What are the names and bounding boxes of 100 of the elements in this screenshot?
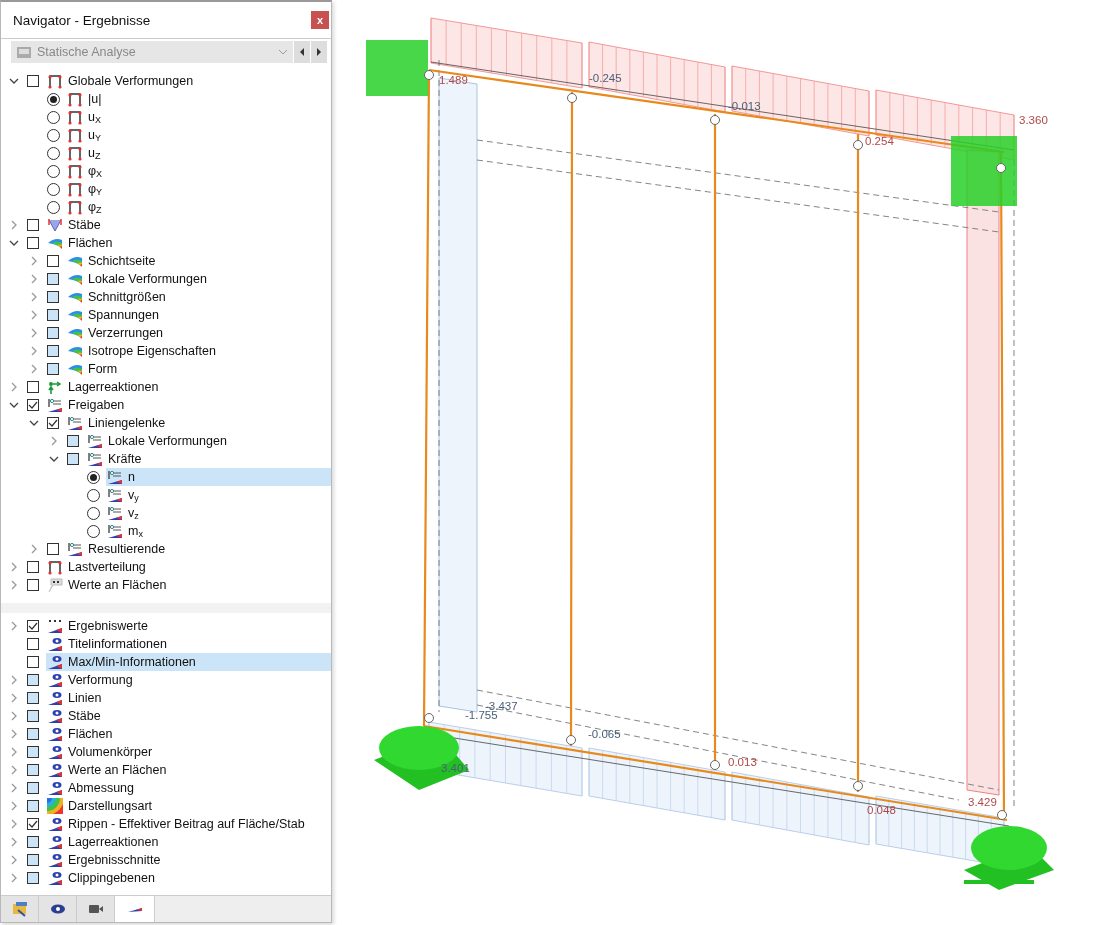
tree-item[interactable]: Abmessung <box>46 779 331 797</box>
tree-item[interactable]: Isotrope Eigenschaften <box>66 342 331 360</box>
tree-item[interactable]: Lokale Verformungen <box>66 270 331 288</box>
tree-item[interactable]: Form <box>66 360 331 378</box>
tree-item[interactable]: Werte an Flächen <box>46 576 331 594</box>
tree-item[interactable]: Lastverteilung <box>46 558 331 576</box>
tree-item[interactable]: Kräfte <box>86 450 331 468</box>
checkbox[interactable] <box>27 710 39 722</box>
radio-button[interactable] <box>47 200 60 214</box>
tree-item[interactable]: Ergebniswerte <box>46 617 331 635</box>
chevron-icon[interactable] <box>49 454 59 464</box>
tree-item[interactable]: u$_{X}$ <box>66 108 331 126</box>
checkbox[interactable] <box>47 543 59 555</box>
tree-item[interactable]: Lagerreaktionen <box>46 833 331 851</box>
tree-item[interactable]: φ$_{Y}$ <box>66 180 331 198</box>
tree-item[interactable]: m$_{x}$ <box>106 522 331 540</box>
tree-item[interactable]: |u| <box>66 90 331 108</box>
close-button[interactable]: x <box>311 11 329 29</box>
tree-item[interactable]: n <box>106 468 331 486</box>
tree-item[interactable]: Resultierende <box>66 540 331 558</box>
tree-item[interactable]: Flächen <box>46 725 331 743</box>
chevron-icon[interactable] <box>29 418 39 428</box>
checkbox[interactable] <box>27 854 39 866</box>
checkbox[interactable] <box>27 746 39 758</box>
radio-button[interactable] <box>87 470 100 484</box>
checkbox[interactable] <box>27 75 39 87</box>
checkbox[interactable] <box>47 363 59 375</box>
radio-button[interactable] <box>87 524 100 538</box>
chevron-icon[interactable] <box>9 400 19 410</box>
checkbox[interactable] <box>47 309 59 321</box>
checkbox[interactable] <box>27 674 39 686</box>
checkbox[interactable] <box>47 345 59 357</box>
window-title: Navigator - Ergebnisse <box>13 12 151 28</box>
tree-item[interactable]: Max/Min-Informationen <box>46 653 331 671</box>
checkbox[interactable] <box>27 620 39 632</box>
radio-button[interactable] <box>87 488 100 502</box>
tree-item[interactable]: Globale Verformungen <box>46 72 331 90</box>
panel-tab[interactable] <box>39 896 77 922</box>
checkbox[interactable] <box>47 273 59 285</box>
tree-item[interactable]: Stäbe <box>46 707 331 725</box>
checkbox[interactable] <box>27 800 39 812</box>
checkbox[interactable] <box>27 638 39 650</box>
tree-item[interactable]: Darstellungsart <box>46 797 331 815</box>
tree-item[interactable]: Werte an Flächen <box>46 761 331 779</box>
checkbox[interactable] <box>27 219 39 231</box>
chevron-icon[interactable] <box>9 238 19 248</box>
checkbox[interactable] <box>47 291 59 303</box>
checkbox[interactable] <box>47 255 59 267</box>
radio-button[interactable] <box>87 506 100 520</box>
checkbox[interactable] <box>27 579 39 591</box>
panel-tab[interactable] <box>1 896 39 922</box>
radio-button[interactable] <box>47 92 60 106</box>
checkbox[interactable] <box>27 782 39 794</box>
tree-item[interactable]: Linien <box>46 689 331 707</box>
tree-item[interactable]: Verzerrungen <box>66 324 331 342</box>
tree-item[interactable]: φ$_{X}$ <box>66 162 331 180</box>
tree-item[interactable]: Volumenkörper <box>46 743 331 761</box>
tree-item[interactable]: Rippen - Effektiver Beitrag auf Fläche/Stab <box>46 815 331 833</box>
tree-item[interactable]: Schichtseite <box>66 252 331 270</box>
tree-item[interactable]: Titelinformationen <box>46 635 331 653</box>
radio-button[interactable] <box>47 182 60 196</box>
radio-button[interactable] <box>47 128 60 142</box>
tree-item[interactable]: Stäbe <box>46 216 331 234</box>
checkbox[interactable] <box>67 453 79 465</box>
tree-item[interactable]: Ergebnisschnitte <box>46 851 331 869</box>
tree-item[interactable]: Flächen <box>46 234 331 252</box>
checkbox[interactable] <box>67 435 79 447</box>
tree-item[interactable]: u$_{Z}$ <box>66 144 331 162</box>
checkbox[interactable] <box>27 399 39 411</box>
checkbox[interactable] <box>27 692 39 704</box>
radio-button[interactable] <box>47 164 60 178</box>
checkbox[interactable] <box>27 818 39 830</box>
checkbox[interactable] <box>27 381 39 393</box>
tree-item[interactable]: Clippingebenen <box>46 869 331 887</box>
previous-button[interactable] <box>294 41 310 63</box>
panel-tab[interactable] <box>77 896 115 922</box>
tree-item[interactable]: Lagerreaktionen <box>46 378 331 396</box>
next-button[interactable] <box>311 41 327 63</box>
tree-item[interactable]: φ$_{Z}$ <box>66 198 331 216</box>
chevron-icon[interactable] <box>9 76 19 86</box>
tree-item[interactable]: Spannungen <box>66 306 331 324</box>
tree-item[interactable]: Liniengelenke <box>66 414 331 432</box>
checkbox[interactable] <box>27 656 39 668</box>
checkbox[interactable] <box>27 872 39 884</box>
tree-item[interactable]: Schnittgrößen <box>66 288 331 306</box>
tree-item[interactable]: v$_{z}$ <box>106 504 331 522</box>
checkbox[interactable] <box>27 836 39 848</box>
checkbox[interactable] <box>27 728 39 740</box>
checkbox[interactable] <box>27 561 39 573</box>
radio-button[interactable] <box>47 146 60 160</box>
tree-item[interactable]: v$_{y}$ <box>106 486 331 504</box>
checkbox[interactable] <box>47 327 59 339</box>
tree-item[interactable]: Freigaben <box>46 396 331 414</box>
tree-item[interactable]: Lokale Verformungen <box>86 432 331 450</box>
checkbox[interactable] <box>27 237 39 249</box>
radio-button[interactable] <box>47 110 60 124</box>
tree-item[interactable]: u$_{Y}$ <box>66 126 331 144</box>
checkbox[interactable] <box>27 764 39 776</box>
tree-item[interactable]: Verformung <box>46 671 331 689</box>
checkbox[interactable] <box>47 417 59 429</box>
